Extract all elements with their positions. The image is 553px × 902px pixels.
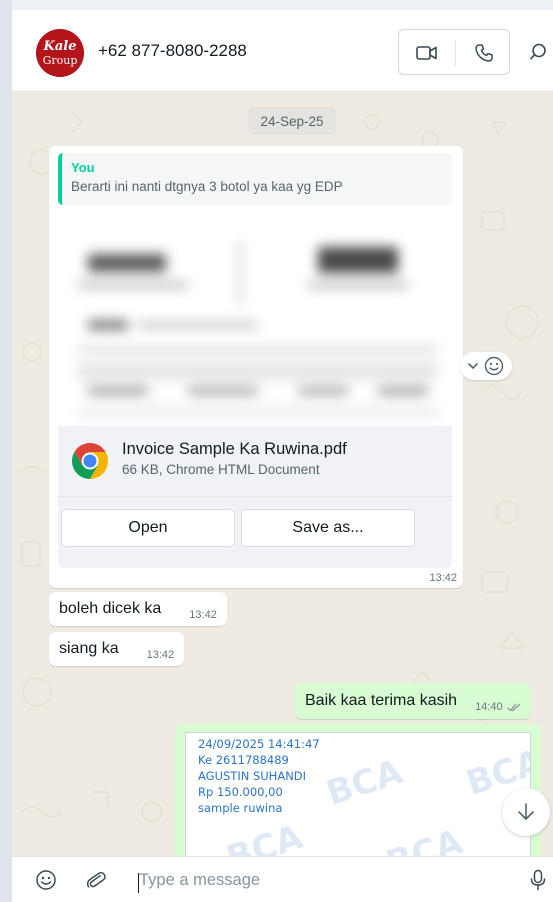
search-button[interactable] <box>526 38 553 66</box>
incoming-message[interactable]: siang ka 13:42 <box>49 632 185 666</box>
avatar[interactable]: Kale Group <box>36 29 84 77</box>
chat-area[interactable]: 24-Sep-25 You Berarti ini nanti dtgnya 3… <box>12 92 553 856</box>
receipt-image[interactable]: BCA BCA BCA BCA 24/09/2025 14:41:47 Ke 2… <box>185 732 531 856</box>
outgoing-image-message[interactable]: BCA BCA BCA BCA 24/09/2025 14:41:47 Ke 2… <box>175 724 541 856</box>
quoted-text: Berarti ini nanti dtgnya 3 botol ya kaa … <box>71 179 343 194</box>
attach-button[interactable] <box>84 868 108 892</box>
receipt-details: 24/09/2025 14:41:47 Ke 2611788489 AGUSTI… <box>198 736 320 816</box>
message-timestamp: 14:40 <box>475 701 503 713</box>
chrome-icon <box>71 443 109 479</box>
bca-watermark: BCA <box>381 822 468 856</box>
video-call-button[interactable] <box>399 30 455 76</box>
message-timestamp: 13:42 <box>146 649 175 661</box>
search-icon <box>530 43 546 60</box>
chevron-down-icon <box>468 363 478 370</box>
message-timestamp: 13:42 <box>429 572 457 584</box>
arrow-down-icon <box>518 803 534 820</box>
app-window: Kale Group +62 877-8080-2288 24-Sep-25 Y… <box>0 0 553 902</box>
receipt-recipient: AGUSTIN SUHANDI <box>198 769 307 783</box>
date-separator: 24-Sep-25 <box>248 107 336 135</box>
message-text: siang ka <box>59 640 119 657</box>
outgoing-message[interactable]: Baik kaa terima kasih 14:40 <box>295 683 531 719</box>
microphone-icon <box>530 869 546 891</box>
receipt-account: Ke 2611788489 <box>198 753 289 767</box>
message-timestamp: 13:42 <box>189 609 217 621</box>
video-camera-icon <box>416 46 437 60</box>
bca-watermark: BCA <box>321 752 408 814</box>
blurred-invoice-preview <box>58 212 452 426</box>
receipt-amount: Rp 150.000,00 <box>198 785 283 799</box>
receipt-datetime: 24/09/2025 14:41:47 <box>198 737 320 751</box>
smiley-icon <box>36 870 56 890</box>
document-actions: Open Save as... <box>58 496 452 568</box>
save-as-button[interactable]: Save as... <box>241 509 415 547</box>
document-file-name: Invoice Sample Ka Ruwina.pdf <box>122 440 347 458</box>
voice-message-button[interactable] <box>526 868 550 892</box>
message-input[interactable] <box>139 866 499 894</box>
document-preview-thumbnail[interactable] <box>58 212 452 426</box>
chat-header: Kale Group +62 877-8080-2288 <box>12 10 553 92</box>
contact-name[interactable]: +62 877-8080-2288 <box>98 41 247 61</box>
double-check-icon <box>506 703 520 711</box>
bca-watermark: BCA <box>221 817 308 856</box>
voice-call-button[interactable] <box>456 30 511 76</box>
quoted-message[interactable]: You Berarti ini nanti dtgnya 3 botol ya … <box>58 153 452 205</box>
document-message-bubble[interactable]: You Berarti ini nanti dtgnya 3 botol ya … <box>49 146 463 588</box>
window-edge <box>0 0 12 902</box>
message-text: Baik kaa terima kasih <box>305 692 458 709</box>
document-info[interactable]: Invoice Sample Ka Ruwina.pdf 66 KB, Chro… <box>58 426 452 496</box>
message-composer <box>12 856 553 902</box>
avatar-logo-subtext: Group <box>43 54 78 67</box>
receipt-note: sample ruwina <box>198 801 283 815</box>
phone-icon <box>474 44 493 62</box>
scroll-to-bottom-button[interactable] <box>502 788 550 836</box>
message-reaction-button[interactable] <box>460 352 512 380</box>
call-buttons-group <box>398 29 510 75</box>
paperclip-icon <box>86 872 106 888</box>
open-document-button[interactable]: Open <box>61 509 235 547</box>
smiley-icon <box>484 356 504 376</box>
document-card[interactable]: Invoice Sample Ka Ruwina.pdf 66 KB, Chro… <box>58 212 452 568</box>
quoted-author: You <box>71 160 95 175</box>
incoming-message[interactable]: boleh dicek ka 13:42 <box>49 592 227 626</box>
avatar-logo-text: Kale <box>43 39 77 54</box>
document-file-meta: 66 KB, Chrome HTML Document <box>122 462 320 477</box>
emoji-button[interactable] <box>34 868 58 892</box>
message-text: boleh dicek ka <box>59 600 162 617</box>
